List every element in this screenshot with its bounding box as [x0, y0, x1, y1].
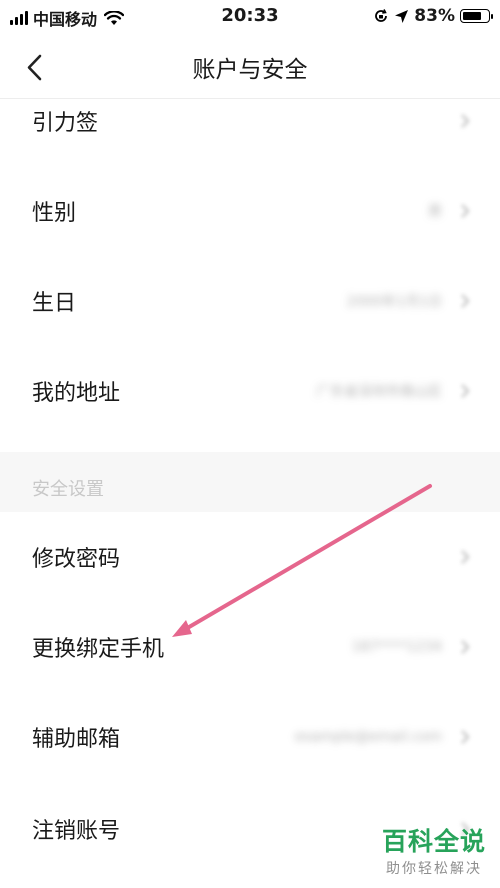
chevron-right-icon	[461, 640, 470, 654]
row-value: 广东省深圳市南山区	[316, 384, 442, 400]
chevron-right-icon	[461, 384, 470, 398]
row-value: 男	[428, 204, 442, 220]
row-label: 注销账号	[32, 819, 121, 844]
status-bar-right: 83%	[373, 6, 493, 26]
battery-icon	[460, 9, 493, 23]
row-label: 修改密码	[32, 547, 121, 572]
battery-percent: 83%	[414, 6, 455, 26]
watermark-logo: 百科全说 助你轻松解决	[382, 822, 486, 878]
row-change-password[interactable]: 修改密码	[0, 512, 500, 602]
row-label: 辅助邮箱	[32, 727, 121, 752]
orientation-lock-icon	[375, 9, 388, 22]
row-label: 生日	[32, 291, 77, 316]
row-birthday[interactable]: 生日 2000年1月1日	[0, 256, 500, 346]
row-backup-email[interactable]: 辅助邮箱 example@email.com	[0, 692, 500, 782]
chevron-right-icon	[461, 204, 470, 218]
watermark-title: 百科全说	[381, 827, 486, 856]
security-section-header: 安全设置	[0, 452, 500, 512]
chevron-right-icon	[461, 114, 470, 128]
location-icon	[395, 9, 409, 23]
chevron-right-icon	[461, 730, 470, 744]
battery-fill	[463, 12, 481, 20]
row-value: 2000年1月1日	[346, 294, 442, 310]
row-label: 引力签	[32, 111, 99, 136]
row-value: example@email.com	[294, 729, 442, 745]
row-label: 我的地址	[32, 381, 121, 406]
row-value: 187****1234	[351, 639, 442, 655]
watermark-subtitle: 助你轻松解决	[385, 861, 482, 877]
row-change-bound-phone[interactable]: 更换绑定手机 187****1234	[0, 602, 500, 692]
row-my-address[interactable]: 我的地址 广东省深圳市南山区	[0, 346, 500, 436]
chevron-right-icon	[461, 294, 470, 308]
status-bar: 中国移动 20:33 83%	[0, 0, 500, 34]
chevron-right-icon	[461, 550, 470, 564]
section-title: 安全设置	[32, 479, 104, 500]
row-label: 更换绑定手机	[32, 637, 165, 662]
row-gravity-tag[interactable]: 引力签	[0, 76, 500, 166]
row-label: 性别	[32, 201, 77, 226]
row-gender[interactable]: 性别 男	[0, 166, 500, 256]
